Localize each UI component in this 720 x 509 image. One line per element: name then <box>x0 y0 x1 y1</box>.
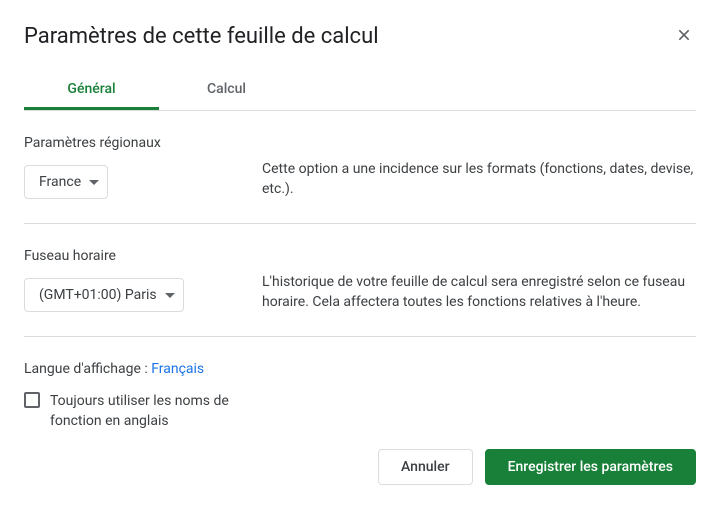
timezone-value: (GMT+01:00) Paris <box>39 287 157 303</box>
timezone-section: Fuseau horaire (GMT+01:00) Paris L'histo… <box>24 248 696 337</box>
timezone-label: Fuseau horaire <box>24 248 262 264</box>
close-button[interactable] <box>672 25 696 49</box>
tab-calculation[interactable]: Calcul <box>159 69 294 110</box>
locale-label: Paramètres régionaux <box>24 135 262 151</box>
cancel-button[interactable]: Annuler <box>378 449 473 485</box>
language-section: Langue d'affichage : Français Toujours u… <box>24 361 696 431</box>
locale-description: Cette option a une incidence sur les for… <box>262 135 696 199</box>
dialog-header: Paramètres de cette feuille de calcul <box>24 24 696 49</box>
function-names-label: Toujours utiliser les noms de fonction e… <box>50 391 264 431</box>
function-names-checkbox[interactable] <box>24 392 40 408</box>
close-icon <box>676 27 692 46</box>
language-label: Langue d'affichage : <box>24 361 151 377</box>
save-button[interactable]: Enregistrer les paramètres <box>485 449 696 485</box>
dialog-footer: Annuler Enregistrer les paramètres <box>378 449 696 485</box>
timezone-description: L'historique de votre feuille de calcul … <box>262 248 696 312</box>
locale-section: Paramètres régionaux France Cette option… <box>24 135 696 224</box>
timezone-dropdown[interactable]: (GMT+01:00) Paris <box>24 278 184 312</box>
tabs: Général Calcul <box>24 69 696 111</box>
locale-value: France <box>39 174 81 190</box>
chevron-down-icon <box>165 293 175 298</box>
function-names-row: Toujours utiliser les noms de fonction e… <box>24 391 264 431</box>
tab-general[interactable]: Général <box>24 69 159 110</box>
language-link[interactable]: Français <box>151 361 204 377</box>
language-row: Langue d'affichage : Français <box>24 361 696 377</box>
chevron-down-icon <box>89 180 99 185</box>
locale-left: Paramètres régionaux France <box>24 135 262 199</box>
locale-dropdown[interactable]: France <box>24 165 108 199</box>
dialog-title: Paramètres de cette feuille de calcul <box>24 24 379 49</box>
timezone-left: Fuseau horaire (GMT+01:00) Paris <box>24 248 262 312</box>
settings-dialog: Paramètres de cette feuille de calcul Gé… <box>0 0 720 455</box>
tab-content: Paramètres régionaux France Cette option… <box>24 111 696 431</box>
